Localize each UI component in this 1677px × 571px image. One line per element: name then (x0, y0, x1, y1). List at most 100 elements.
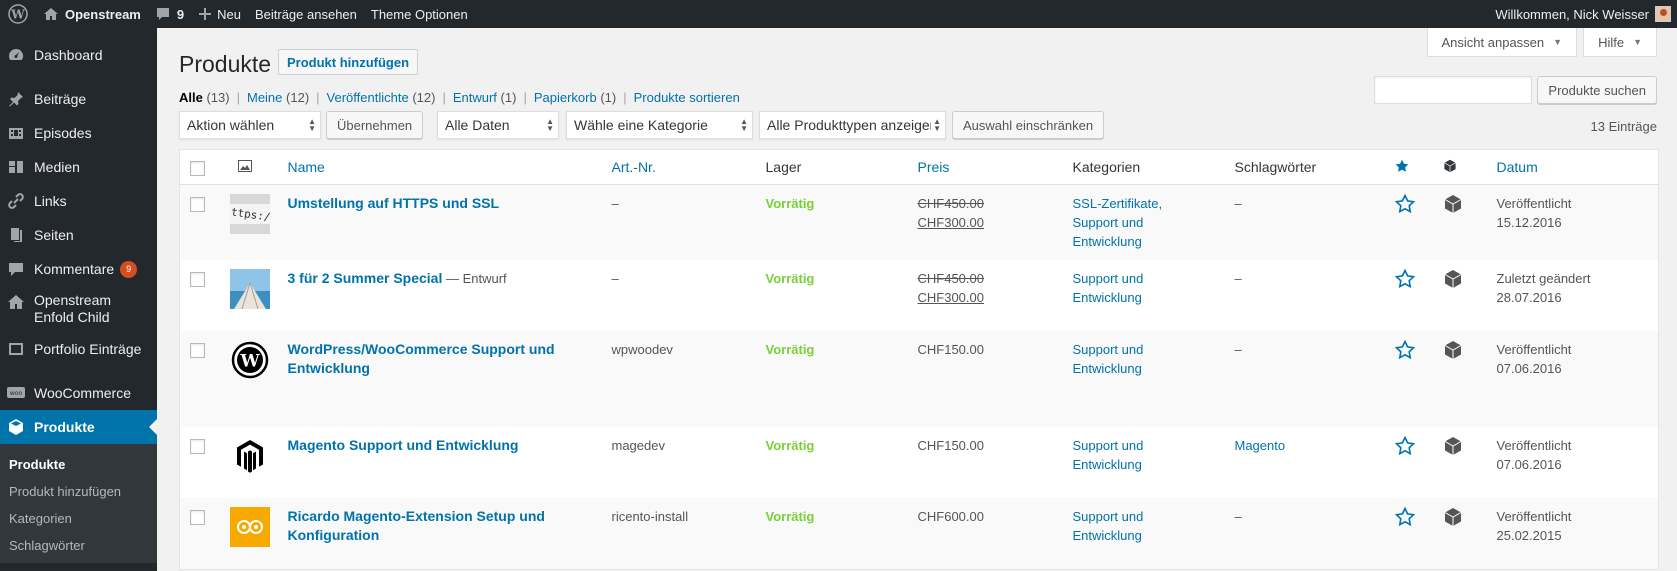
ricardo-logo-thumbnail[interactable] (229, 507, 270, 547)
date-column-header[interactable]: Datum (1486, 149, 1659, 185)
sidebar-item-woocommerce[interactable]: woo WooCommerce (0, 376, 157, 410)
view-label[interactable]: Entwurf (453, 90, 497, 105)
apply-button[interactable]: Übernehmen (326, 111, 424, 139)
theme-options-link[interactable]: Theme Optionen (364, 0, 475, 28)
view-all[interactable]: Alle (13) (179, 90, 230, 105)
star-outline-icon[interactable] (1394, 435, 1415, 459)
add-product-button[interactable]: Produkt hinzufügen (278, 49, 419, 75)
magento-logo-thumbnail[interactable] (229, 436, 270, 476)
submenu-item-tags[interactable]: Schlagwörter (0, 532, 157, 559)
sidebar-item-theme[interactable]: Openstream Enfold Child (0, 286, 157, 332)
sidebar-item-pages[interactable]: Seiten (0, 218, 157, 252)
view-label[interactable]: Produkte sortieren (634, 90, 740, 105)
comments-menu[interactable]: 9 (148, 0, 191, 28)
account-menu[interactable]: Willkommen, Nick Weisser (1488, 0, 1677, 28)
column-label: Lager (765, 159, 802, 175)
star-outline-icon[interactable] (1394, 506, 1415, 530)
row-checkbox[interactable] (190, 197, 205, 212)
view-sort-products[interactable]: Produkte sortieren (634, 90, 740, 105)
date-cell: Zuletzt geändert 28.07.2016 (1487, 260, 1659, 331)
category-filter-select[interactable]: Wähle eine Kategorie ▲ ▼ (566, 111, 753, 139)
star-outline-icon[interactable] (1394, 268, 1415, 292)
date-value: 07.06.2016 (1496, 361, 1562, 376)
wordpress-logo-thumbnail[interactable]: W (229, 340, 270, 380)
sidebar-item-episodes[interactable]: Episodes (0, 116, 157, 150)
tag-link[interactable]: Magento (1235, 438, 1286, 453)
product-title-link[interactable]: Magento Support und Entwicklung (288, 437, 519, 453)
product-title-link[interactable]: Ricardo Magento-Extension Setup und Konf… (288, 508, 545, 543)
row-checkbox[interactable] (190, 272, 205, 287)
price-column-header[interactable]: Preis (907, 149, 1063, 185)
sidebar-item-products[interactable]: Produkte (0, 410, 157, 444)
product-type-filter-select[interactable]: Alle Produkttypen anzeigen ▲ ▼ (759, 111, 946, 139)
site-name-menu[interactable]: Openstream (36, 0, 148, 28)
view-posts-link[interactable]: Beiträge ansehen (248, 0, 364, 28)
comments-badge: 9 (120, 260, 138, 278)
thumbnail-column-header (219, 149, 278, 185)
view-label[interactable]: Meine (247, 90, 282, 105)
submenu-item-products[interactable]: Produkte (0, 451, 157, 478)
category-link[interactable]: Support und Entwicklung (1073, 269, 1163, 307)
view-trash[interactable]: Papierkorb (1) (534, 90, 616, 105)
search-products-button[interactable]: Produkte suchen (1537, 76, 1657, 104)
column-label: Art.-Nr. (611, 159, 656, 175)
search-input[interactable] (1374, 76, 1533, 104)
date-cell: Veröffentlicht 07.06.2016 (1487, 427, 1659, 498)
view-label[interactable]: Papierkorb (534, 90, 597, 105)
view-published[interactable]: Veröffentlichte (12) (327, 90, 436, 105)
product-title-link[interactable]: Umstellung auf HTTPS und SSL (288, 195, 500, 211)
featured-cell (1385, 427, 1433, 498)
help-button[interactable]: Hilfe ▼ (1583, 28, 1657, 57)
sidebar-item-posts[interactable]: Beiträge (0, 82, 157, 116)
wordpress-logo-icon[interactable]: W (0, 0, 36, 28)
new-content-menu[interactable]: Neu (191, 0, 248, 28)
submenu-item-categories[interactable]: Kategorien (0, 505, 157, 532)
category-link[interactable]: Support und Entwicklung (1073, 340, 1163, 378)
submenu-item-add-product[interactable]: Produkt hinzufügen (0, 478, 157, 505)
view-draft[interactable]: Entwurf (1) (453, 90, 517, 105)
status-views: Alle (13) | Meine (12) | Veröffentlichte… (179, 90, 740, 105)
sidebar-item-comments[interactable]: Kommentare 9 (0, 252, 157, 286)
filter-button[interactable]: Auswahl einschränken (952, 111, 1105, 139)
sku-column-header[interactable]: Art.-Nr. (601, 149, 756, 185)
svg-text:W: W (10, 8, 25, 22)
category-link[interactable]: Support und Entwicklung (1073, 436, 1163, 474)
screen-options-button[interactable]: Ansicht anpassen ▼ (1426, 28, 1578, 57)
categories-cell: Support und Entwicklung (1062, 498, 1225, 569)
separator: | (236, 90, 240, 105)
star-outline-icon[interactable] (1394, 193, 1415, 217)
categories-cell: Support und Entwicklung (1063, 427, 1225, 498)
sidebar-item-media[interactable]: Medien (0, 150, 157, 184)
category-link[interactable]: Support und Entwicklung (1073, 213, 1163, 251)
view-mine[interactable]: Meine (12) (247, 90, 309, 105)
product-title-link[interactable]: WordPress/WooCommerce Support und Entwic… (288, 341, 555, 376)
view-label[interactable]: Veröffentlichte (327, 90, 409, 105)
select-arrows-icon: ▲ ▼ (308, 117, 316, 133)
https-thumbnail[interactable]: ttps:/ (229, 194, 270, 234)
bulk-action-select[interactable]: Aktion wählen ▲ ▼ (179, 111, 321, 139)
star-outline-icon[interactable] (1394, 339, 1415, 363)
row-checkbox[interactable] (190, 439, 205, 454)
name-column-header[interactable]: Name (277, 149, 602, 185)
featured-cell (1384, 184, 1433, 260)
featured-column-header[interactable] (1384, 149, 1433, 185)
row-checkbox[interactable] (190, 343, 205, 358)
sidebar-item-label: Portfolio Einträge (34, 341, 142, 357)
svg-text:W: W (239, 352, 260, 372)
sidebar-item-dashboard[interactable]: Dashboard (0, 38, 157, 72)
select-all-checkbox[interactable] (190, 161, 205, 176)
view-label[interactable]: Alle (179, 90, 203, 105)
row-checkbox-cell (179, 331, 220, 427)
stock-cell: Vorrätig (756, 427, 908, 498)
tags-cell: Magento (1225, 427, 1385, 498)
simple-product-icon (1443, 437, 1463, 459)
pier-thumbnail[interactable] (229, 269, 270, 309)
category-link[interactable]: Support und Entwicklung (1073, 507, 1163, 545)
separator: | (316, 90, 320, 105)
product-title-link[interactable]: 3 für 2 Summer Special (288, 270, 443, 286)
sidebar-item-portfolio[interactable]: Portfolio Einträge (0, 332, 157, 366)
date-filter-select[interactable]: Alle Daten ▲ ▼ (437, 111, 559, 139)
sidebar-item-links[interactable]: Links (0, 184, 157, 218)
row-checkbox[interactable] (190, 510, 205, 525)
category-link[interactable]: SSL-Zertifikate, (1073, 196, 1163, 211)
